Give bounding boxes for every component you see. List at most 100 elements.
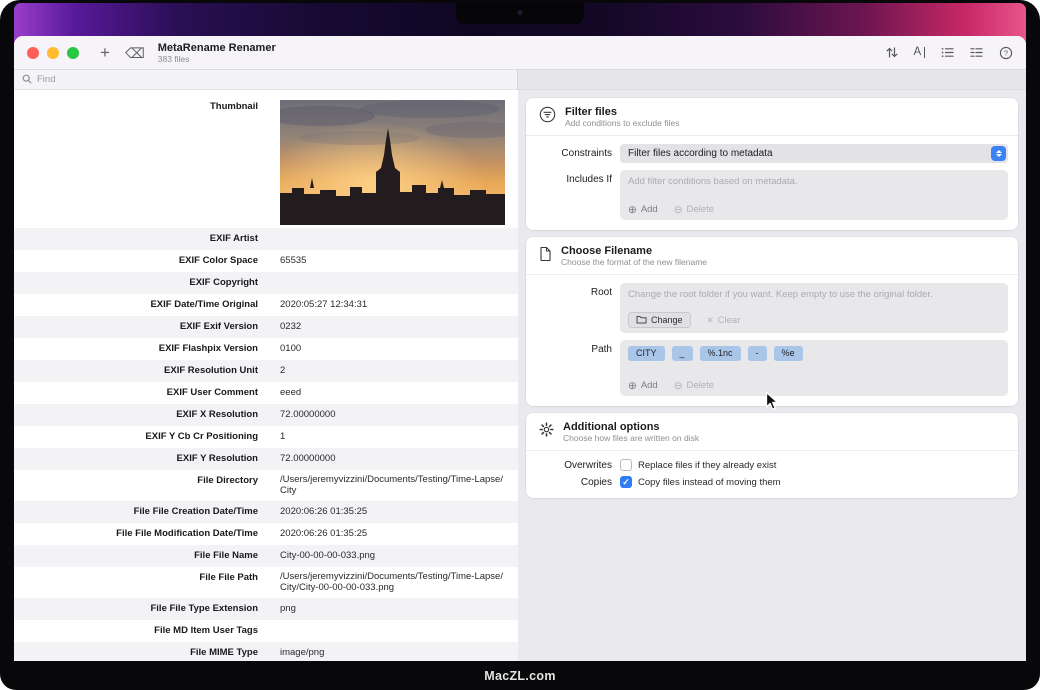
filter-card-header: Filter files Add conditions to exclude f…	[526, 98, 1018, 135]
toolbar-right: A ?	[886, 46, 1013, 60]
table-row[interactable]: EXIF Exif Version 0232	[14, 316, 518, 338]
constraints-dropdown-value: Filter files according to metadata	[628, 148, 773, 159]
row-label: EXIF X Resolution	[176, 409, 258, 420]
metadata-table: Thumbnail EXIF Artist EXIF Color Space 6…	[14, 90, 518, 661]
table-row[interactable]: File MIME Type image/png	[14, 642, 518, 661]
filter-card-body: Constraints Filter files according to me…	[526, 136, 1018, 230]
folder-icon	[636, 315, 647, 326]
constraints-label: Constraints	[561, 148, 612, 159]
group-list-icon[interactable]	[970, 47, 983, 58]
row-value: 2	[280, 365, 286, 376]
table-row[interactable]: EXIF Flashpix Version 0100	[14, 338, 518, 360]
brand-watermark: MacZL.com	[484, 669, 556, 683]
search-input[interactable]: Find	[14, 70, 518, 90]
clear-list-icon[interactable]: ⌫	[125, 46, 145, 60]
choose-filename-card: Choose Filename Choose the format of the…	[526, 237, 1018, 406]
row-label: EXIF Flashpix Version	[158, 343, 258, 354]
minimize-window-button[interactable]	[47, 46, 59, 59]
change-root-button[interactable]: Change	[628, 312, 691, 328]
table-row[interactable]: File File Type Extension png	[14, 598, 518, 620]
table-row[interactable]: EXIF User Comment eeed	[14, 382, 518, 404]
zoom-window-button[interactable]	[67, 46, 79, 59]
row-value: City-00-00-00-033.png	[280, 550, 376, 561]
path-token[interactable]: -	[747, 346, 767, 361]
path-token[interactable]: _	[671, 346, 693, 361]
table-row[interactable]: File File Modification Date/Time 2020:06…	[14, 523, 518, 545]
row-label: EXIF Artist	[209, 233, 258, 244]
laptop-frame: + ⌫ MetaRename Renamer 383 files A ? Fin…	[0, 0, 1040, 690]
table-row[interactable]: EXIF Date/Time Original 2020:05:27 12:34…	[14, 294, 518, 316]
row-label: EXIF Color Space	[178, 255, 258, 266]
add-files-button[interactable]: +	[100, 44, 110, 61]
path-delete-button[interactable]: ⊖ Delete	[674, 380, 714, 391]
close-window-button[interactable]	[27, 46, 39, 59]
filename-card-header: Choose Filename Choose the format of the…	[526, 237, 1018, 274]
path-token[interactable]: %e	[773, 346, 803, 361]
filename-card-titles: Choose Filename Choose the format of the…	[561, 245, 707, 267]
svg-text:?: ?	[1004, 48, 1008, 57]
minus-circle-icon: ⊖	[673, 379, 683, 392]
includes-row: Includes If Add filter conditions based …	[526, 170, 1008, 220]
row-value: 2020:06:26 01:35:25	[280, 528, 368, 539]
titlebar: + ⌫ MetaRename Renamer 383 files A ?	[14, 36, 1026, 70]
path-tokens-box[interactable]: CITY _ %.1nc - %e ⊕ Add ⊖ Delete	[620, 340, 1008, 396]
row-value: 72.00000000	[280, 409, 336, 420]
path-token[interactable]: %.1nc	[699, 346, 741, 361]
table-row[interactable]: File File Name City-00-00-00-033.png	[14, 545, 518, 567]
table-row[interactable]: EXIF Y Resolution 72.00000000	[14, 448, 518, 470]
row-label: EXIF Y Cb Cr Positioning	[145, 431, 258, 442]
row-label: File MIME Type	[190, 647, 258, 658]
filter-delete-label: Delete	[686, 204, 714, 215]
overwrites-row: Overwrites Replace files if they already…	[526, 459, 1008, 471]
clear-root-button[interactable]: ✕ Clear	[707, 315, 741, 326]
table-row[interactable]: File MD Item User Tags	[14, 620, 518, 642]
minus-circle-icon: ⊖	[673, 203, 683, 216]
table-row[interactable]: EXIF Copyright	[14, 272, 518, 294]
row-value: eeed	[280, 387, 302, 398]
overwrites-text: Replace files if they already exist	[638, 459, 777, 471]
table-row[interactable]: EXIF X Resolution 72.00000000	[14, 404, 518, 426]
row-value: 72.00000000	[280, 453, 336, 464]
metadata-rows: EXIF Artist EXIF Color Space 65535 EXIF …	[14, 228, 518, 661]
row-label: EXIF Exif Version	[179, 321, 258, 332]
clear-x-icon: ✕	[706, 314, 714, 325]
overwrites-checkbox[interactable]	[620, 459, 632, 471]
help-icon[interactable]: ?	[999, 46, 1013, 60]
table-row[interactable]: EXIF Resolution Unit 2	[14, 360, 518, 382]
row-label: EXIF Resolution Unit	[164, 365, 258, 376]
filter-add-button[interactable]: ⊕ Add	[628, 204, 658, 215]
document-icon	[539, 246, 552, 267]
row-label: EXIF User Comment	[166, 387, 258, 398]
row-value: 65535	[280, 255, 307, 266]
path-add-button[interactable]: ⊕ Add	[628, 380, 658, 391]
table-row[interactable]: EXIF Color Space 65535	[14, 250, 518, 272]
rename-icon[interactable]: A	[914, 46, 925, 58]
table-row[interactable]: File Directory /Users/jeremyvizzini/Docu…	[14, 470, 518, 501]
row-label: File Directory	[197, 475, 258, 486]
table-row-thumbnail[interactable]: Thumbnail	[14, 90, 518, 228]
path-add-label: Add	[640, 380, 658, 391]
window-subtitle: 383 files	[157, 53, 190, 64]
root-folder-box[interactable]: Change the root folder if you want. Keep…	[620, 283, 1008, 333]
includes-label: Includes If	[566, 174, 612, 185]
table-row[interactable]: File File Creation Date/Time 2020:06:26 …	[14, 501, 518, 523]
path-delete-label: Delete	[686, 380, 714, 391]
right-panel: Filter files Add conditions to exclude f…	[518, 90, 1026, 661]
table-row[interactable]: EXIF Y Cb Cr Positioning 1	[14, 426, 518, 448]
table-row[interactable]: EXIF Artist	[14, 228, 518, 250]
constraints-dropdown[interactable]: Filter files according to metadata	[620, 144, 1008, 163]
filter-delete-button[interactable]: ⊖ Delete	[674, 204, 714, 215]
table-row[interactable]: File File Path /Users/jeremyvizzini/Docu…	[14, 567, 518, 598]
bullet-list-icon[interactable]	[941, 47, 954, 58]
subbar-right	[518, 70, 1026, 90]
row-value	[280, 620, 506, 642]
includes-conditions-box[interactable]: Add filter conditions based on metadata.…	[620, 170, 1008, 220]
path-token[interactable]: CITY	[628, 346, 665, 361]
row-value: 0100	[280, 343, 302, 354]
additional-options-card: Additional options Choose how files are …	[526, 413, 1018, 498]
row-label: EXIF Date/Time Original	[150, 299, 258, 310]
overwrites-label: Overwrites	[564, 459, 612, 471]
copies-checkbox[interactable]: ✓	[620, 476, 632, 488]
main-content: Thumbnail EXIF Artist EXIF Color Space 6…	[14, 90, 1026, 661]
sort-icon[interactable]	[886, 46, 898, 59]
